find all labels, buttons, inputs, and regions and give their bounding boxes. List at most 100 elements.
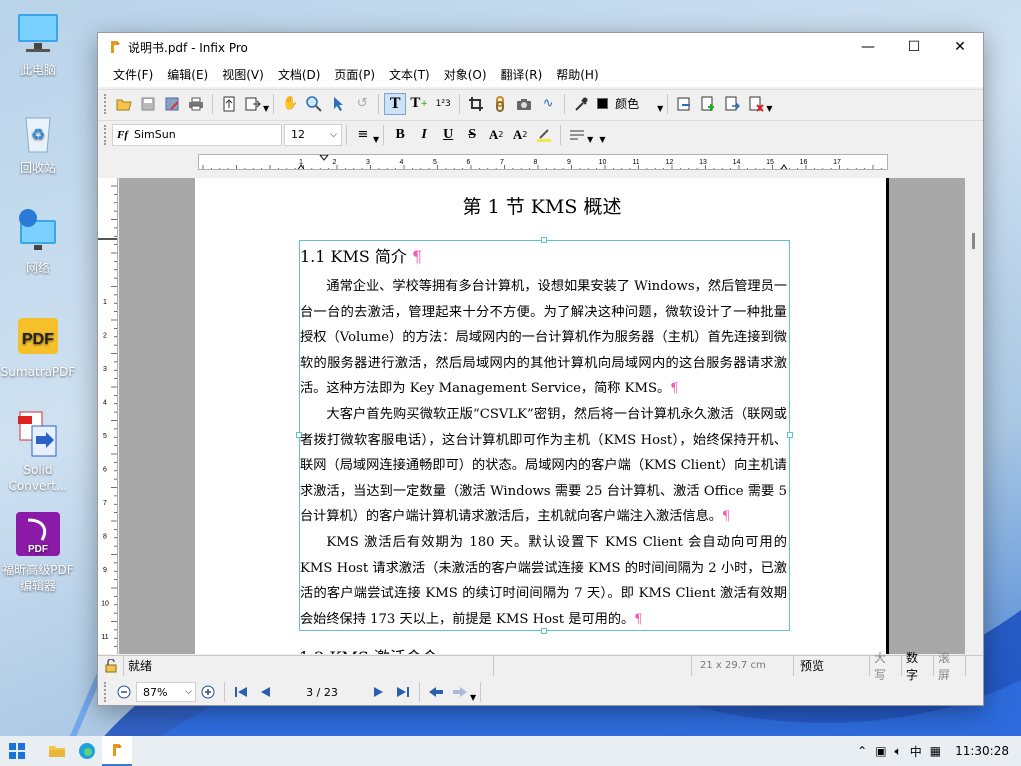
chevron-down-icon[interactable]: ▼ xyxy=(657,104,663,113)
save-as-icon[interactable] xyxy=(161,93,183,115)
desktop-icon-this-pc[interactable]: 此电脑 xyxy=(0,10,76,78)
crop-icon[interactable] xyxy=(465,93,487,115)
desktop-icon-solid-converter[interactable]: Solid Convert... xyxy=(0,410,76,494)
open-icon[interactable] xyxy=(113,93,135,115)
ime-mode-icon[interactable]: ▦ xyxy=(930,744,941,758)
menu-text[interactable]: 文本(T) xyxy=(382,66,437,83)
section-title[interactable]: 第 1 节 KMS 概述 xyxy=(195,192,889,219)
input-method-indicator[interactable]: 中 xyxy=(910,743,922,760)
vertical-scrollbar[interactable] xyxy=(965,178,983,654)
chevron-down-icon[interactable]: ▼ xyxy=(470,693,476,702)
text-order-icon[interactable]: 1²3 xyxy=(432,93,454,115)
zoom-tool-icon[interactable] xyxy=(303,93,325,115)
rotate-icon[interactable]: ↺ xyxy=(351,93,373,115)
select-arrow-icon[interactable] xyxy=(327,93,349,115)
zoom-select[interactable]: 87% ⌵ xyxy=(136,682,196,702)
volume-icon[interactable]: 🔈︎ xyxy=(895,744,902,759)
zoom-out-icon[interactable] xyxy=(113,681,135,703)
infix-taskbar-icon[interactable] xyxy=(102,736,132,766)
desktop-icon-recycle-bin[interactable]: ♻ 回收站 xyxy=(0,108,76,176)
desktop-icon-foxit[interactable]: PDF 福昕高级PDF编辑器 xyxy=(0,510,76,594)
close-button[interactable]: ✕ xyxy=(937,33,983,61)
page-indicator[interactable]: 3 / 23 xyxy=(277,686,367,699)
print-icon[interactable] xyxy=(185,93,207,115)
menu-help[interactable]: 帮助(H) xyxy=(549,66,605,83)
last-page-icon[interactable] xyxy=(392,681,414,703)
camera-icon[interactable] xyxy=(513,93,535,115)
align-justify-icon[interactable]: ≡ xyxy=(352,124,374,146)
eyedropper-icon[interactable] xyxy=(570,93,592,115)
save-icon[interactable] xyxy=(137,93,159,115)
start-icon[interactable] xyxy=(2,736,32,766)
page-properties-icon[interactable] xyxy=(218,93,240,115)
font-family-select[interactable]: Ff SimSun xyxy=(112,123,282,146)
toolbar-grip[interactable] xyxy=(104,93,108,114)
first-page-icon[interactable] xyxy=(230,681,252,703)
color-label[interactable]: 颜色 xyxy=(615,95,639,112)
superscript-icon[interactable]: A2 xyxy=(485,124,507,146)
bold-icon[interactable]: B xyxy=(389,124,411,146)
minimize-button[interactable]: — xyxy=(845,33,891,61)
zoom-in-icon[interactable] xyxy=(197,681,219,703)
page-insert-icon[interactable] xyxy=(697,93,719,115)
font-size-select[interactable]: 12 ⌵ xyxy=(284,123,342,146)
menu-translate[interactable]: 翻译(R) xyxy=(494,66,550,83)
highlight-icon[interactable] xyxy=(533,124,555,146)
text-tool-icon[interactable]: T xyxy=(384,92,407,115)
chevron-down-icon[interactable]: ▼ xyxy=(599,135,605,144)
menu-view[interactable]: 视图(V) xyxy=(215,66,271,83)
export-icon[interactable] xyxy=(242,93,264,115)
clock[interactable]: 11:30:28 xyxy=(955,744,1009,758)
page-extract-icon[interactable] xyxy=(721,93,743,115)
menu-page[interactable]: 页面(P) xyxy=(327,66,382,83)
page-replace-icon[interactable] xyxy=(673,93,695,115)
resize-handle[interactable] xyxy=(787,432,793,438)
menu-file[interactable]: 文件(F) xyxy=(106,66,160,83)
subsection-title[interactable]: 1.1 KMS 简介 ¶ xyxy=(300,243,422,267)
vertical-ruler[interactable]: 123456789101112 xyxy=(98,178,118,654)
maximize-button[interactable]: ☐ xyxy=(891,33,937,61)
chevron-up-icon[interactable]: ⌃ xyxy=(857,744,867,758)
resize-handle[interactable] xyxy=(541,237,547,243)
chevron-down-icon[interactable]: ▼ xyxy=(373,135,379,144)
subscript-icon[interactable]: A2 xyxy=(509,124,531,146)
menu-object[interactable]: 对象(O) xyxy=(437,66,494,83)
link-icon[interactable] xyxy=(489,93,511,115)
underline-icon[interactable]: U xyxy=(437,124,459,146)
document-view[interactable]: 第 1 节 KMS 概述 1.1 KMS 简介 ¶ 通常企业、学校等拥有多台计算… xyxy=(119,178,967,654)
text-block-frame[interactable]: 1.1 KMS 简介 ¶ 通常企业、学校等拥有多台计算机，设想如果安装了 Win… xyxy=(296,237,793,634)
italic-icon[interactable]: I xyxy=(413,124,435,146)
horizontal-ruler[interactable]: 1 2 3 4 5 6 7 8 9 10 11 12 13 14 15 16 17 xyxy=(198,154,888,170)
lock-icon[interactable] xyxy=(98,655,124,676)
strikethrough-icon[interactable]: S xyxy=(461,124,483,146)
pdf-page[interactable]: 第 1 节 KMS 概述 1.1 KMS 简介 ¶ 通常企业、学校等拥有多台计算… xyxy=(195,178,889,654)
chevron-down-icon[interactable]: ▼ xyxy=(587,135,593,144)
line-spacing-icon[interactable] xyxy=(566,124,588,146)
next-page-icon[interactable] xyxy=(368,681,390,703)
chevron-down-icon[interactable]: ▼ xyxy=(263,104,269,113)
toolbar-grip[interactable] xyxy=(104,682,108,702)
paragraph[interactable]: 通常企业、学校等拥有多台计算机，设想如果安装了 Windows，然后管理员一台一… xyxy=(300,274,787,402)
notification-icon[interactable]: ▣ xyxy=(875,744,886,758)
subsection-title[interactable]: 1.2 KMS 激活命令 xyxy=(299,644,438,654)
forward-icon[interactable] xyxy=(449,681,471,703)
hand-tool-icon[interactable]: ✋ xyxy=(279,93,301,115)
title-bar[interactable]: 说明书.pdf - Infix Pro — ☐ ✕ xyxy=(98,33,983,61)
edge-icon[interactable] xyxy=(72,736,102,766)
file-explorer-icon[interactable] xyxy=(42,736,72,766)
paragraph[interactable]: KMS 激活后有效期为 180 天。默认设置下 KMS Client 会自动向可… xyxy=(300,530,787,632)
toolbar-grip[interactable] xyxy=(104,124,108,145)
desktop-icon-sumatrapdf[interactable]: PDF SumatraPDF xyxy=(0,312,76,380)
desktop-icon-network[interactable]: 网络 xyxy=(0,208,76,276)
scroll-thumb[interactable] xyxy=(972,233,975,249)
text-insert-icon[interactable]: T + xyxy=(408,93,430,115)
menu-edit[interactable]: 编辑(E) xyxy=(160,66,215,83)
paragraph[interactable]: 大客户首先购买微软正版“CSVLK”密钥，然后将一台计算机永久激活（联网或者拨打… xyxy=(300,402,787,530)
color-swatch-icon[interactable] xyxy=(594,93,610,115)
page-delete-icon[interactable] xyxy=(745,93,767,115)
back-icon[interactable] xyxy=(425,681,447,703)
reflow-icon[interactable]: ∿ xyxy=(537,93,559,115)
previous-page-icon[interactable] xyxy=(254,681,276,703)
menu-document[interactable]: 文档(D) xyxy=(271,66,328,83)
chevron-down-icon[interactable]: ▼ xyxy=(766,104,772,113)
